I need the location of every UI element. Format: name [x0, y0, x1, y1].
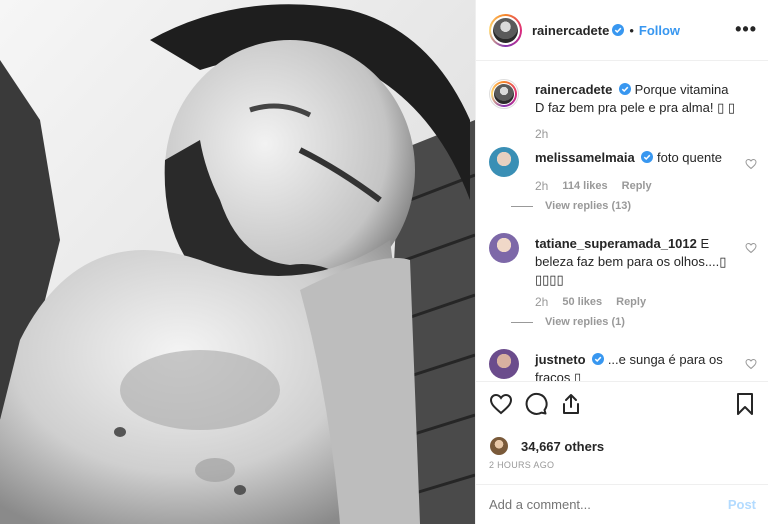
post-photo[interactable]: [0, 0, 475, 524]
comment-item: melissamelmaia foto quente 2h 114 likes …: [489, 147, 757, 217]
author-avatar[interactable]: [489, 13, 522, 47]
caption-time[interactable]: 2h: [535, 127, 548, 141]
comment-avatar[interactable]: [489, 147, 519, 177]
share-icon[interactable]: [559, 392, 583, 416]
comment-username[interactable]: justneto: [535, 352, 586, 367]
action-bar: [476, 381, 768, 427]
separator-dot: •: [629, 22, 634, 38]
verified-badge-icon: [618, 83, 631, 95]
caption-item: rainercadete Porque vitamina D faz bem p…: [489, 79, 757, 149]
reply-button[interactable]: Reply: [616, 296, 646, 308]
comment-username[interactable]: melissamelmaia: [535, 150, 635, 165]
likes-summary[interactable]: 34,667 others: [489, 436, 604, 456]
caption-text-block: rainercadete Porque vitamina D faz bem p…: [535, 81, 735, 117]
view-replies-button[interactable]: View replies (1): [511, 316, 625, 328]
comment-icon[interactable]: [524, 392, 548, 416]
comment-avatar[interactable]: [489, 349, 519, 379]
heart-icon[interactable]: [489, 392, 513, 416]
post-comment-button[interactable]: Post: [728, 497, 756, 512]
post-photo-image: [0, 0, 475, 524]
follow-button[interactable]: Follow: [639, 23, 680, 38]
comment-username[interactable]: tatiane_superamada_1012: [535, 236, 697, 251]
liker-avatar: [489, 436, 509, 456]
comment-time[interactable]: 2h: [535, 179, 548, 193]
add-comment-bar: Post: [476, 484, 768, 524]
caption-username[interactable]: rainercadete: [535, 82, 612, 97]
comment-meta: 2h 50 likes Reply: [535, 295, 646, 309]
post-sidebar: rainercadete • Follow ••• rainercadete P…: [475, 0, 768, 524]
comment-like-heart-icon[interactable]: [745, 158, 757, 170]
add-comment-input[interactable]: [489, 497, 728, 512]
comment-time[interactable]: 2h: [535, 295, 548, 309]
more-options-icon[interactable]: •••: [735, 20, 757, 38]
likes-count: 34,667 others: [521, 438, 605, 454]
comment-like-heart-icon[interactable]: [745, 242, 757, 254]
comment-avatar[interactable]: [489, 233, 519, 263]
view-replies-label: View replies (1): [545, 316, 625, 328]
comments-list[interactable]: rainercadete Porque vitamina D faz bem p…: [476, 61, 768, 381]
verified-badge-icon: [612, 24, 625, 36]
view-replies-label: View replies (13): [545, 200, 632, 212]
view-replies-button[interactable]: View replies (13): [511, 200, 631, 212]
comment-text-block: justneto ...e sunga é para os fracos ▯: [535, 351, 735, 381]
comment-item: tatiane_superamada_1012 E beleza faz bem…: [489, 233, 757, 333]
comment-like-heart-icon[interactable]: [745, 358, 757, 370]
post-header: rainercadete • Follow •••: [476, 0, 768, 61]
comment-text: foto quente: [656, 150, 723, 165]
caption-avatar[interactable]: [489, 79, 519, 109]
reply-button[interactable]: Reply: [622, 180, 652, 192]
post-time[interactable]: 2 HOURS AGO: [489, 460, 554, 470]
comment-meta: 2h 114 likes Reply: [535, 179, 652, 193]
comment-text-block: tatiane_superamada_1012 E beleza faz bem…: [535, 235, 735, 289]
instagram-post: rainercadete • Follow ••• rainercadete P…: [0, 0, 768, 524]
comment-text-block: melissamelmaia foto quente: [535, 149, 735, 167]
caption-meta: 2h: [535, 127, 562, 141]
bookmark-icon[interactable]: [733, 392, 757, 416]
comment-item: justneto ...e sunga é para os fracos ▯: [489, 349, 757, 381]
author-username[interactable]: rainercadete: [532, 23, 609, 38]
comment-likes[interactable]: 114 likes: [562, 180, 607, 192]
verified-badge-icon: [641, 151, 654, 163]
comment-likes[interactable]: 50 likes: [562, 296, 602, 308]
verified-badge-icon: [592, 353, 605, 365]
